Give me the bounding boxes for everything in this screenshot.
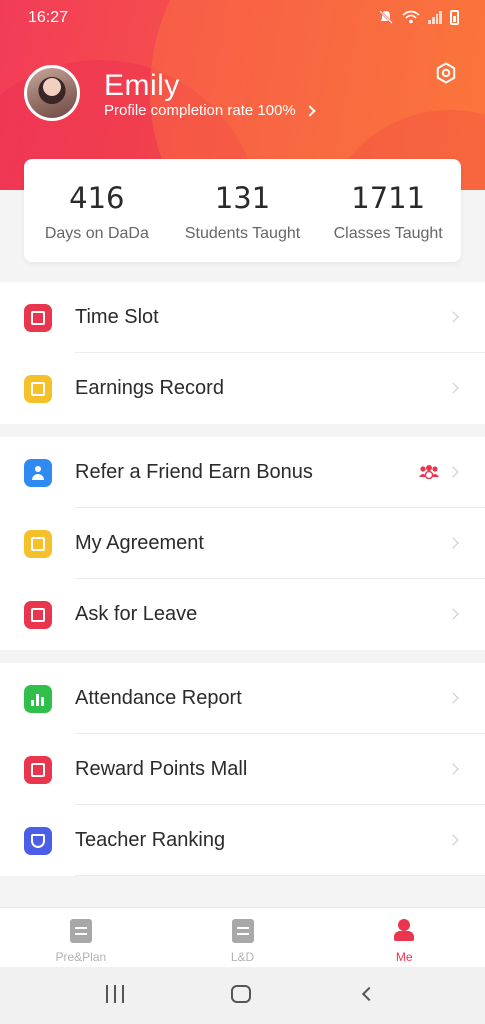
shopping-bag-icon [24, 756, 52, 784]
tab-label: Me [395, 950, 413, 964]
menu-item-time-slot[interactable]: Time Slot [0, 282, 485, 353]
leave-request-icon [24, 601, 52, 629]
home-icon[interactable] [231, 985, 251, 1003]
chevron-right-icon [447, 466, 459, 478]
chevron-right-icon [447, 608, 459, 620]
bar-chart-icon [24, 685, 52, 713]
avatar[interactable] [24, 65, 80, 121]
calendar-icon [24, 304, 52, 332]
stat-value: 416 [69, 181, 125, 215]
bottom-nav: Pre&Plan L&D Me [0, 907, 485, 967]
menu-group: Attendance Report Reward Points Mall Tea… [0, 663, 485, 876]
stats-card: 416 Days on DaDa 131 Students Taught 171… [24, 159, 461, 262]
chevron-right-icon [447, 834, 459, 846]
stat-students: 131 Students Taught [170, 159, 316, 262]
stat-label: Students Taught [184, 225, 301, 242]
learning-icon [231, 919, 254, 943]
profile-name: Emily [104, 69, 180, 102]
stat-classes: 1711 Classes Taught [315, 159, 461, 262]
tab-learning-development[interactable]: L&D [162, 908, 324, 967]
tab-label: Pre&Plan [55, 950, 107, 964]
menu-item-label: Ask for Leave [75, 603, 198, 625]
menu-item-refer-friend[interactable]: Refer a Friend Earn Bonus [0, 437, 485, 508]
menu-group: Time Slot Earnings Record [0, 282, 485, 424]
chevron-right-icon [304, 104, 316, 117]
profile-icon [393, 919, 415, 943]
system-navigation-bar [0, 967, 485, 1024]
menu-item-my-agreement[interactable]: My Agreement [0, 508, 485, 579]
menu-group: Refer a Friend Earn Bonus My Agreement A… [0, 437, 485, 650]
menu-item-attendance-report[interactable]: Attendance Report [0, 663, 485, 734]
stat-value: 131 [214, 181, 271, 215]
refer-friend-icon [24, 459, 52, 487]
back-icon[interactable] [361, 986, 377, 1002]
menu-item-earnings-record[interactable]: Earnings Record [0, 353, 485, 424]
tab-pre-plan[interactable]: Pre&Plan [0, 908, 162, 967]
profile-completion-link[interactable]: Profile completion rate 100% [104, 102, 316, 119]
divider [75, 875, 485, 876]
chevron-right-icon [447, 311, 459, 323]
clipboard-icon [69, 919, 92, 943]
menu-item-label: Time Slot [75, 306, 159, 328]
menu-item-label: My Agreement [75, 532, 204, 554]
menu-item-reward-points-mall[interactable]: Reward Points Mall [0, 734, 485, 805]
bonus-people-icon [419, 465, 439, 479]
tab-me[interactable]: Me [323, 908, 485, 967]
menu-item-ask-for-leave[interactable]: Ask for Leave [0, 579, 485, 650]
chevron-right-icon [447, 537, 459, 549]
signal-icon [428, 10, 442, 24]
trophy-icon [24, 827, 52, 855]
stat-value: 1711 [351, 181, 426, 215]
stat-days: 416 Days on DaDa [24, 159, 170, 262]
status-bar: 16:27 [0, 0, 485, 36]
stat-label: Classes Taught [333, 225, 443, 242]
stat-label: Days on DaDa [44, 225, 149, 242]
profile-completion-text: Profile completion rate 100% [104, 102, 296, 119]
chevron-right-icon [447, 692, 459, 704]
chevron-right-icon [447, 382, 459, 394]
chevron-right-icon [447, 763, 459, 775]
menu-item-label: Refer a Friend Earn Bonus [75, 461, 313, 483]
status-icons [378, 9, 459, 25]
document-icon [24, 530, 52, 558]
menu-item-teacher-ranking[interactable]: Teacher Ranking [0, 805, 485, 876]
mute-icon [379, 10, 393, 24]
menu-item-label: Reward Points Mall [75, 758, 248, 780]
menu-item-label: Teacher Ranking [75, 829, 226, 851]
recent-apps-icon[interactable] [106, 985, 124, 1003]
menu-item-label: Attendance Report [75, 687, 242, 709]
tab-label: L&D [230, 950, 255, 964]
wifi-icon [402, 10, 420, 24]
battery-icon [450, 9, 459, 25]
settings-icon[interactable] [435, 62, 457, 84]
wallet-icon [24, 375, 52, 403]
menu-item-label: Earnings Record [75, 377, 224, 399]
status-time: 16:27 [28, 9, 69, 26]
